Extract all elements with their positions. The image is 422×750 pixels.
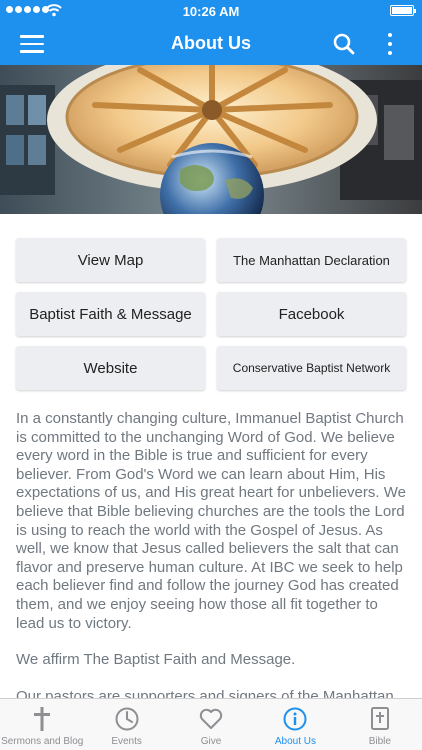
tab-label: Bible — [368, 736, 391, 747]
website-button[interactable]: Website — [16, 346, 205, 390]
church-dome-photo — [0, 65, 422, 214]
facebook-button[interactable]: Facebook — [217, 292, 406, 336]
tab-label: Events — [111, 736, 142, 747]
bible-icon — [370, 707, 389, 730]
about-paragraph: We affirm The Baptist Faith and Message. — [16, 651, 296, 669]
search-icon[interactable] — [332, 32, 356, 56]
heart-icon — [199, 708, 223, 729]
view-map-button[interactable]: View Map — [16, 238, 205, 282]
links-grid: View Map The Manhattan Declaration Bapti… — [16, 238, 406, 390]
about-paragraph: Our pastors are supporters and signers o… — [16, 687, 394, 698]
about-content: In a constantly changing culture, Immanu… — [16, 410, 408, 698]
status-time: 10:26 AM — [182, 4, 240, 19]
page-title: About Us — [171, 33, 251, 53]
more-vertical-icon[interactable] — [384, 32, 396, 56]
app-bar: About Us — [0, 22, 422, 65]
tab-sermons-and-blog[interactable]: Sermons and Blog — [0, 699, 84, 750]
status-bar: 10:26 AM — [0, 0, 422, 22]
battery-icon — [390, 5, 416, 16]
tab-label: About Us — [274, 736, 316, 747]
tab-bar: Sermons and Blog Events Give About Us Bi… — [0, 698, 422, 750]
tab-label: Sermons and Blog — [1, 736, 84, 747]
tab-label: Give — [200, 736, 222, 747]
tab-bible[interactable]: Bible — [338, 699, 422, 750]
tab-about-us[interactable]: About Us — [253, 699, 337, 750]
info-icon — [283, 707, 307, 731]
baptist-faith-message-button[interactable]: Baptist Faith & Message — [16, 292, 205, 336]
tab-events[interactable]: Events — [84, 699, 168, 750]
conservative-baptist-network-button[interactable]: Conservative Baptist Network — [217, 346, 406, 390]
manhattan-declaration-button[interactable]: The Manhattan Declaration — [217, 238, 406, 282]
tab-give[interactable]: Give — [169, 699, 253, 750]
about-paragraph: In a constantly changing culture, Immanu… — [16, 410, 406, 632]
clock-icon — [115, 707, 139, 731]
cross-icon — [34, 707, 51, 731]
